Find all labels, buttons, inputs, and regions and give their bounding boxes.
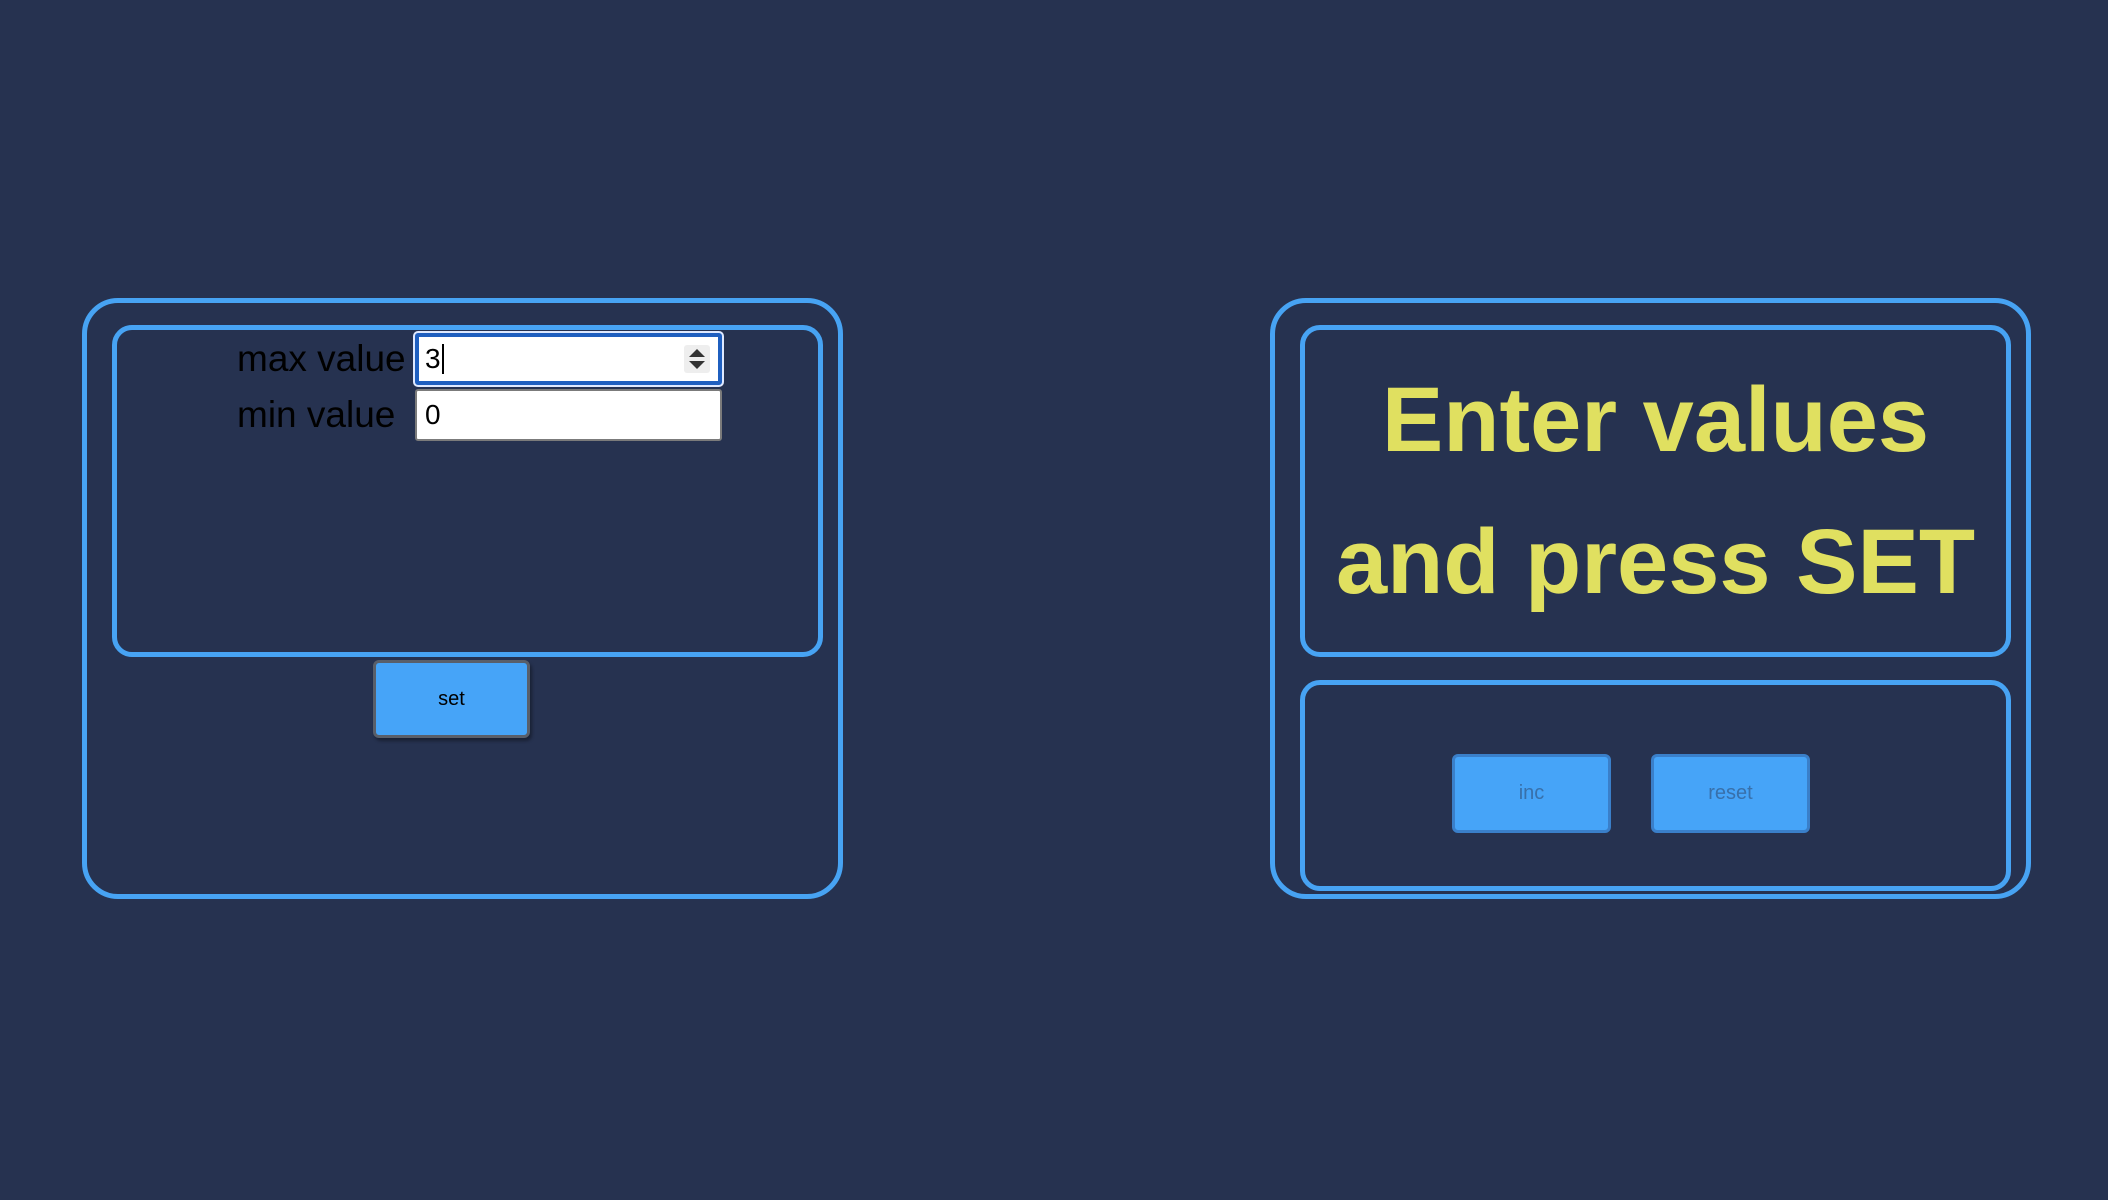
reset-button[interactable]: reset [1651, 754, 1810, 833]
message-line-2: and press SET [1335, 511, 1976, 613]
text-caret [441, 344, 444, 374]
counter-panel: Enter values and press SET inc reset [1270, 298, 2031, 899]
settings-panel: max value 3 min value 0 set [82, 298, 843, 899]
number-spinner[interactable] [684, 345, 710, 373]
spinner-up-icon[interactable] [689, 349, 705, 357]
min-value-label: min value [237, 394, 396, 435]
spinner-down-icon[interactable] [689, 361, 705, 369]
counter-display: Enter values and press SET [1300, 325, 2011, 657]
set-button[interactable]: set [373, 660, 530, 738]
inc-button[interactable]: inc [1452, 754, 1611, 833]
counter-message: Enter values and press SET [1306, 349, 2006, 633]
min-value-input[interactable]: 0 [415, 389, 722, 441]
message-line-1: Enter values [1381, 369, 1930, 471]
min-value-row: min value 0 [237, 389, 722, 441]
settings-inputs-box: max value 3 min value 0 [112, 325, 823, 657]
counter-buttons-box: inc reset [1300, 680, 2011, 891]
max-value-input[interactable]: 3 [415, 333, 722, 385]
max-value-text: 3 [425, 343, 441, 374]
min-value-text: 0 [425, 399, 441, 430]
max-value-label: max value [237, 338, 406, 379]
max-value-row: max value 3 [237, 333, 722, 385]
